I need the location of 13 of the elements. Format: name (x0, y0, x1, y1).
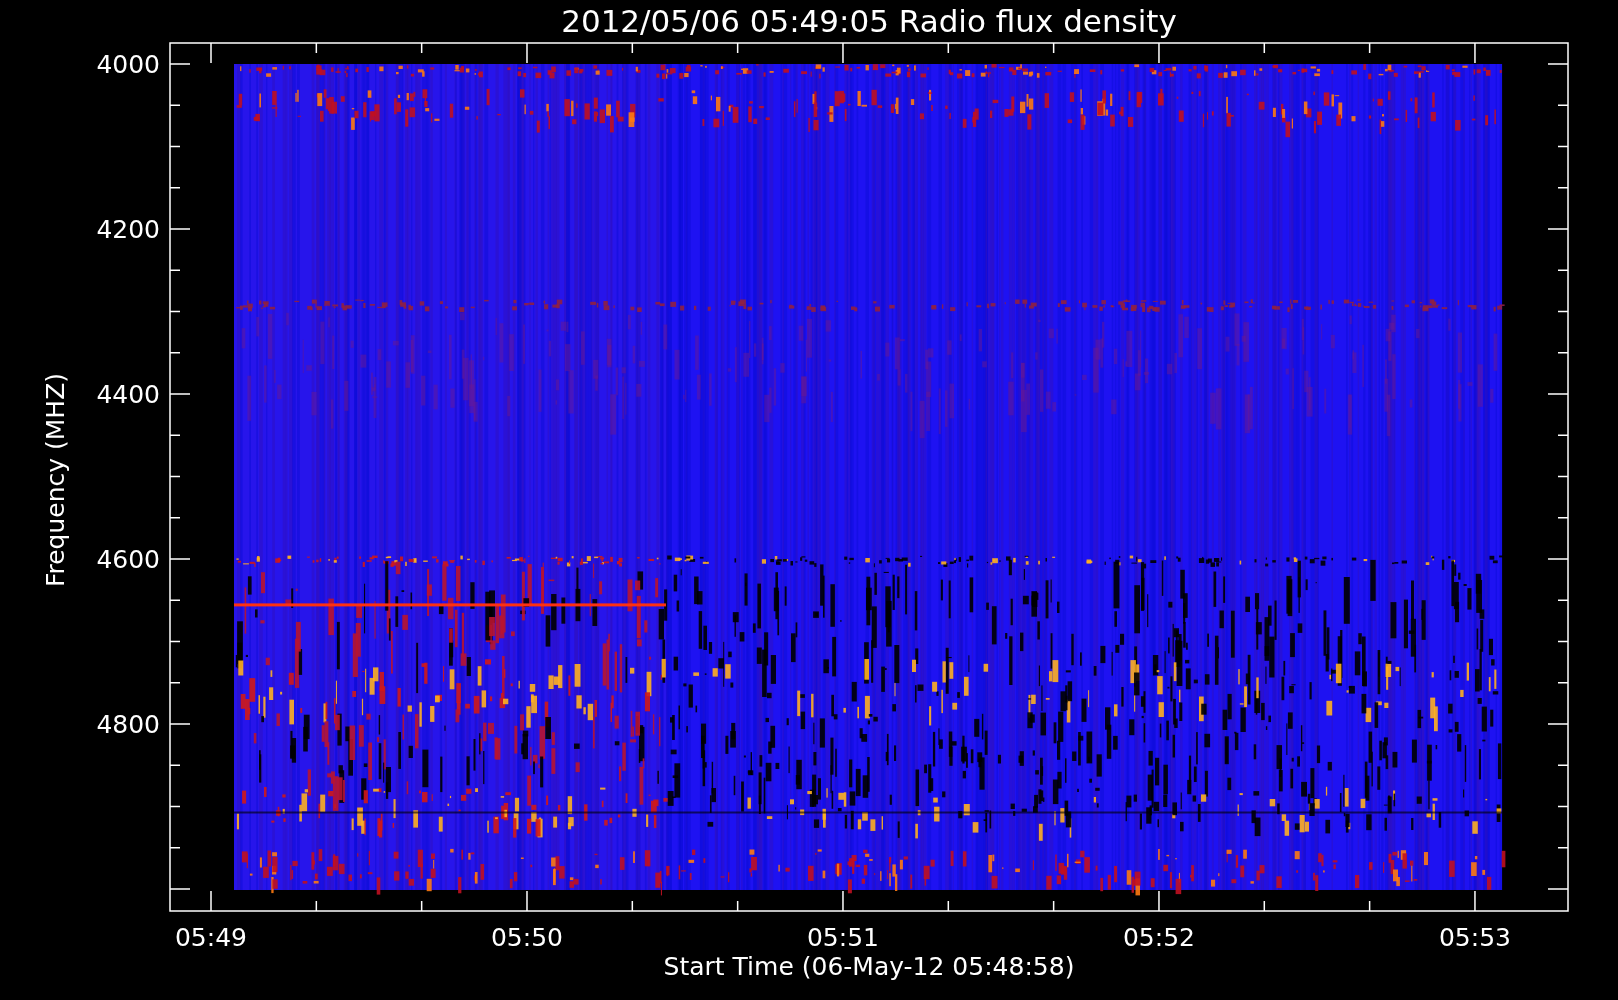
axis-label: Start Time (06-May-12 05:48:58) (663, 952, 1075, 981)
axis-tick-label: 4000 (96, 50, 160, 79)
axis-tick-label: 4400 (96, 380, 160, 409)
axis-tick-label: 05:53 (1439, 923, 1511, 952)
axis-tick-label: 05:50 (491, 923, 563, 952)
axis-tick-label: 4200 (96, 215, 160, 244)
chart-title: 2012/05/06 05:49:05 Radio flux density (561, 3, 1177, 39)
axis-tick-label: 05:51 (807, 923, 879, 952)
axis-tick-label: 05:52 (1123, 923, 1195, 952)
axis-tick-label: 05:49 (175, 923, 247, 952)
axis-label: Frequency (MHZ) (41, 372, 70, 588)
axis-tick-label: 4800 (96, 710, 160, 739)
axis-tick-label: 4600 (96, 545, 160, 574)
